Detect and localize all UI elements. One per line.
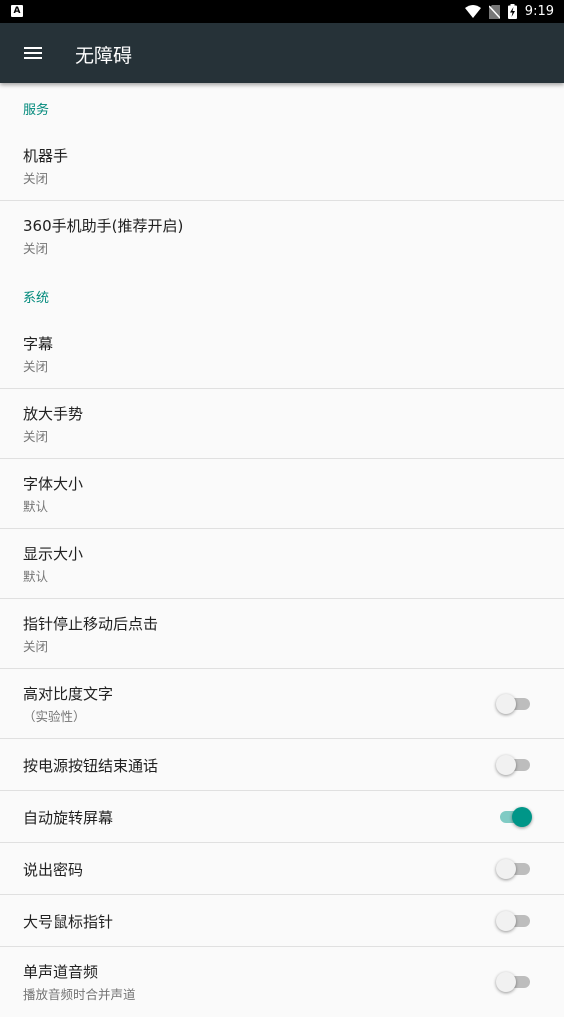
setting-title: 机器手 xyxy=(23,147,69,165)
setting-item-captions[interactable]: 字幕 关闭 xyxy=(0,319,564,389)
setting-item-display-size[interactable]: 显示大小 默认 xyxy=(0,529,564,599)
setting-summary: （实验性） xyxy=(23,709,86,724)
setting-item-auto-rotate[interactable]: 自动旋转屏幕 xyxy=(0,791,564,843)
status-bar: A 9:19 xyxy=(0,0,564,23)
page-title: 无障碍 xyxy=(75,45,133,67)
section-header-system: 系统 xyxy=(23,291,50,306)
setting-summary: 关闭 xyxy=(23,639,49,654)
setting-title: 说出密码 xyxy=(23,861,84,879)
setting-title: 高对比度文字 xyxy=(23,685,114,703)
high-contrast-text-switch[interactable] xyxy=(496,694,532,714)
setting-title: 大号鼠标指针 xyxy=(23,913,114,931)
mono-audio-switch[interactable] xyxy=(496,972,532,992)
setting-summary: 默认 xyxy=(23,569,49,584)
setting-summary: 播放音频时合并声道 xyxy=(23,987,136,1002)
setting-item-large-pointer[interactable]: 大号鼠标指针 xyxy=(0,895,564,947)
setting-title: 指针停止移动后点击 xyxy=(23,615,159,633)
section-header-services: 服务 xyxy=(23,103,50,118)
setting-item-power-ends-call[interactable]: 按电源按钮结束通话 xyxy=(0,739,564,791)
setting-item-dwell-click[interactable]: 指针停止移动后点击 关闭 xyxy=(0,599,564,669)
setting-title: 放大手势 xyxy=(23,405,84,423)
app-bar: 无障碍 xyxy=(0,23,564,83)
setting-summary: 默认 xyxy=(23,499,49,514)
large-pointer-switch[interactable] xyxy=(496,911,532,931)
setting-item-mono-audio[interactable]: 单声道音频 播放音频时合并声道 xyxy=(0,947,564,1017)
settings-list: 服务 机器手 关闭 360手机助手(推荐开启) 关闭 系统 字幕 关闭 放大手势… xyxy=(0,83,564,1017)
notification-icon: A xyxy=(11,5,23,17)
no-sim-icon xyxy=(488,4,500,19)
battery-charging-icon xyxy=(507,4,517,19)
setting-title: 单声道音频 xyxy=(23,963,99,981)
auto-rotate-switch[interactable] xyxy=(498,807,532,827)
setting-title: 显示大小 xyxy=(23,545,84,563)
setting-item-360-assistant[interactable]: 360手机助手(推荐开启) 关闭 xyxy=(0,201,564,271)
setting-title: 字体大小 xyxy=(23,475,84,493)
power-ends-call-switch[interactable] xyxy=(496,755,532,775)
setting-item-font-size[interactable]: 字体大小 默认 xyxy=(0,459,564,529)
status-icons: 9:19 xyxy=(464,0,554,23)
setting-summary: 关闭 xyxy=(23,171,49,186)
setting-summary: 关闭 xyxy=(23,241,49,256)
setting-item-speak-passwords[interactable]: 说出密码 xyxy=(0,843,564,895)
setting-title: 360手机助手(推荐开启) xyxy=(23,217,184,235)
setting-title: 自动旋转屏幕 xyxy=(23,809,114,827)
setting-summary: 关闭 xyxy=(23,429,49,444)
speak-passwords-switch[interactable] xyxy=(496,859,532,879)
clock: 9:19 xyxy=(524,4,554,19)
setting-summary: 关闭 xyxy=(23,359,49,374)
setting-title: 按电源按钮结束通话 xyxy=(23,757,159,775)
setting-item-magnification-gesture[interactable]: 放大手势 关闭 xyxy=(0,389,564,459)
hamburger-menu-icon[interactable] xyxy=(14,34,52,72)
setting-item-high-contrast-text[interactable]: 高对比度文字 （实验性） xyxy=(0,669,564,739)
setting-item-robot[interactable]: 机器手 关闭 xyxy=(0,131,564,201)
wifi-icon xyxy=(464,5,481,18)
setting-title: 字幕 xyxy=(23,335,54,353)
